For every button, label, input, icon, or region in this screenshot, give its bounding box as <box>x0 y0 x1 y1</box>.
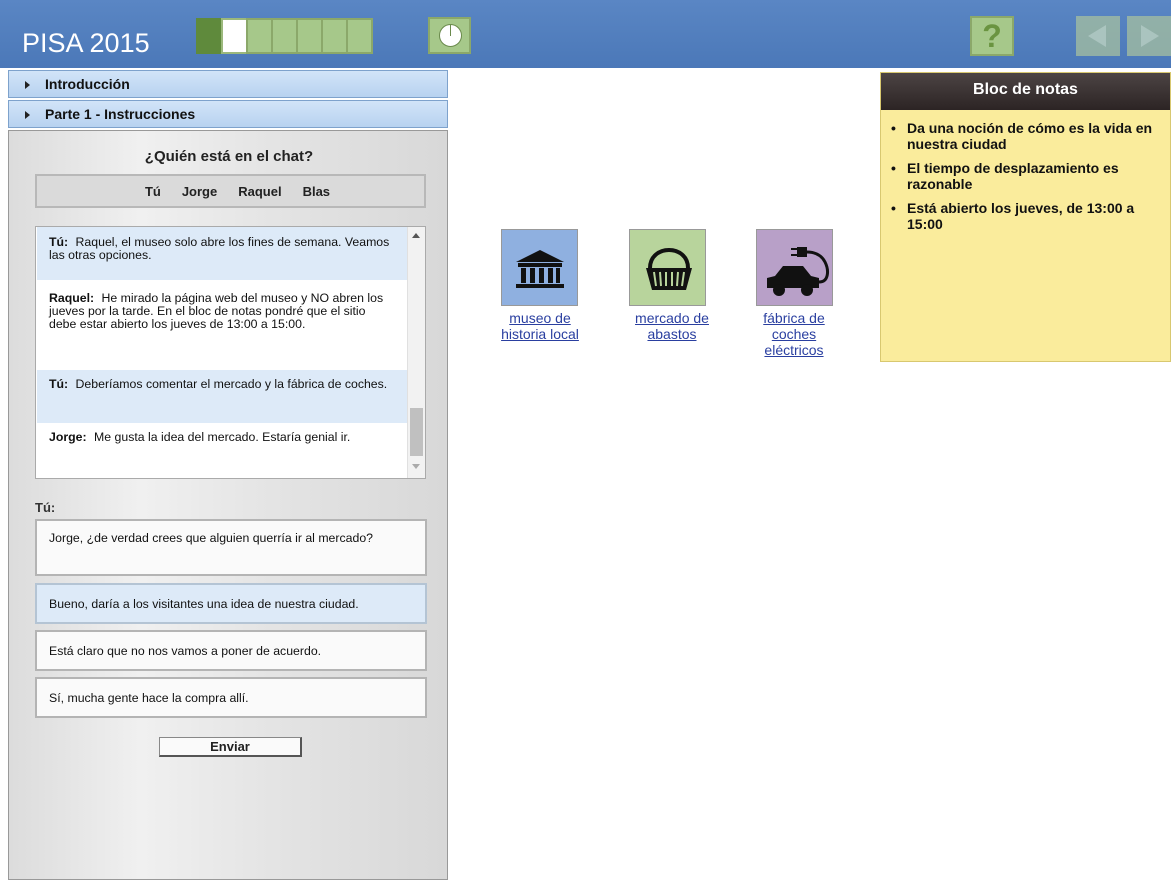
participant-name: Raquel <box>238 183 282 199</box>
notepad-title: Bloc de notas <box>881 73 1170 110</box>
app-title: PISA 2015 <box>22 28 150 58</box>
notepad-item: Está abierto los jueves, de 13:00 a 15:0… <box>891 200 1166 232</box>
clock-hand <box>450 25 451 36</box>
message-text: Me gusta la idea del mercado. Estaría ge… <box>94 430 351 444</box>
progress-cell <box>221 18 248 54</box>
message-speaker: Jorge: <box>49 430 87 444</box>
chat-question: ¿Quién está en el chat? <box>144 148 314 165</box>
scroll-up-icon[interactable] <box>412 233 420 238</box>
museum-icon[interactable] <box>501 229 578 306</box>
chat-message: Tú: Raquel, el museo solo abre los fines… <box>37 227 407 280</box>
chat-log[interactable]: Tú: Raquel, el museo solo abre los fines… <box>35 226 426 479</box>
chat-message: Jorge: Me gusta la idea del mercado. Est… <box>37 423 407 478</box>
progress-cell <box>246 18 273 54</box>
message-text: Deberíamos comentar el mercado y la fábr… <box>75 377 388 391</box>
section-header-label: Introducción <box>45 76 130 92</box>
progress-cell <box>271 18 298 54</box>
reply-speaker-label: Tú: <box>35 500 56 515</box>
participant-name: Blas <box>302 183 331 199</box>
progress-indicator <box>196 18 373 54</box>
message-text: He mirado la página web del museo y NO a… <box>49 291 384 331</box>
arrow-left-icon <box>1088 25 1106 47</box>
next-button[interactable] <box>1127 16 1171 56</box>
chat-scrollbar[interactable] <box>407 227 425 478</box>
scroll-down-icon[interactable] <box>412 464 420 469</box>
question-icon: ? <box>982 18 1002 54</box>
expand-arrow-icon <box>25 111 30 119</box>
timer-button[interactable] <box>428 17 471 54</box>
reply-option-selected[interactable]: Bueno, daría a los visitantes una idea d… <box>35 583 427 624</box>
chat-panel: ¿Quién está en el chat? Tú Jorge Raquel … <box>8 130 448 880</box>
scroll-thumb[interactable] <box>410 408 423 456</box>
participant-name: Jorge <box>181 183 218 199</box>
send-button[interactable]: Enviar <box>159 737 302 757</box>
chat-message: Raquel: He mirado la página web del muse… <box>37 280 407 370</box>
previous-button[interactable] <box>1076 16 1120 56</box>
section-header-parte-1[interactable]: Parte 1 - Instrucciones <box>8 100 448 128</box>
left-panel: Introducción Parte 1 - Instrucciones ¿Qu… <box>8 70 448 880</box>
progress-cell <box>321 18 348 54</box>
arrow-right-icon <box>1141 25 1159 47</box>
basket-icon[interactable] <box>629 229 706 306</box>
expand-arrow-icon <box>25 81 30 89</box>
reply-option[interactable]: Jorge, ¿de verdad crees que alguien quer… <box>35 519 427 576</box>
notepad-item: Da una noción de cómo es la vida en nues… <box>891 120 1166 152</box>
message-speaker: Tú: <box>49 377 69 391</box>
place-link-museo[interactable]: museo de historia local <box>488 310 592 342</box>
chat-message: Tú: Deberíamos comentar el mercado y la … <box>37 370 407 423</box>
message-speaker: Tú: <box>49 235 69 249</box>
message-text: Raquel, el museo solo abre los fines de … <box>49 235 390 262</box>
progress-cell <box>296 18 323 54</box>
message-speaker: Raquel: <box>49 291 95 305</box>
section-header-label: Parte 1 - Instrucciones <box>45 106 196 122</box>
top-bar: PISA 2015 ? <box>0 0 1171 68</box>
help-button[interactable]: ? <box>970 16 1014 56</box>
place-link-fabrica[interactable]: fábrica de coches eléctricos <box>745 310 843 358</box>
place-link-mercado[interactable]: mercado de abastos <box>630 310 714 342</box>
notepad: Bloc de notas Da una noción de cómo es l… <box>880 72 1171 362</box>
notepad-item: El tiempo de desplazamiento es razonable <box>891 160 1166 192</box>
notepad-list: Da una noción de cómo es la vida en nues… <box>891 120 1166 240</box>
participant-name: Tú <box>144 183 161 199</box>
reply-option[interactable]: Está claro que no nos vamos a poner de a… <box>35 630 427 671</box>
electric-car-icon[interactable] <box>756 229 833 306</box>
participants-bar: Tú Jorge Raquel Blas <box>35 174 426 208</box>
reply-option[interactable]: Sí, mucha gente hace la compra allí. <box>35 677 427 718</box>
progress-cell <box>346 18 373 54</box>
section-header-introduccion[interactable]: Introducción <box>8 70 448 98</box>
progress-cell <box>196 18 223 54</box>
